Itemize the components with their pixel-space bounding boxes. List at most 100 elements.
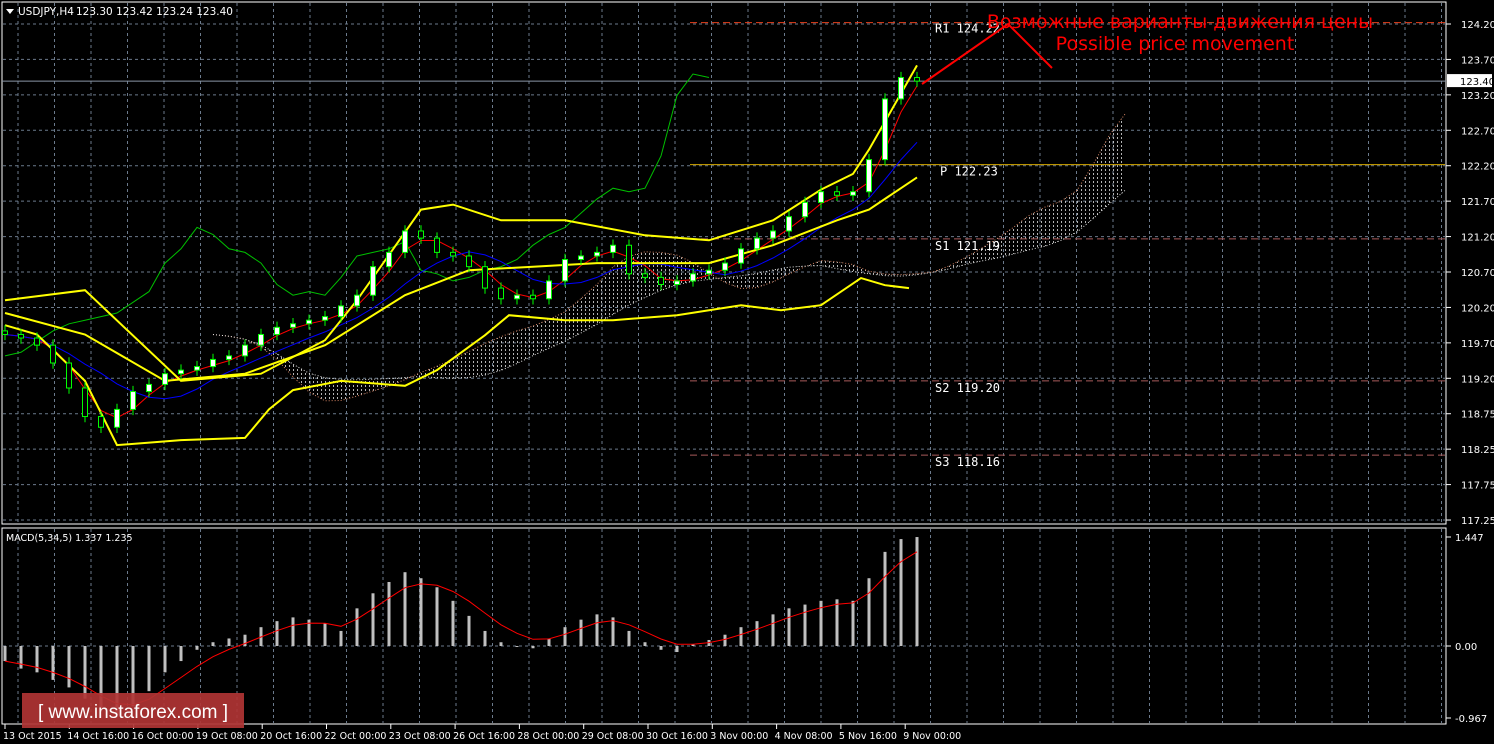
candle-body xyxy=(322,316,328,321)
macd-bar xyxy=(83,646,87,699)
macd-bar xyxy=(35,646,39,673)
candle-body xyxy=(114,408,120,428)
candle-body xyxy=(914,77,920,82)
macd-tick-label: 1.447 xyxy=(1455,533,1484,544)
macd-signal-line xyxy=(4,551,918,706)
candle-body xyxy=(386,251,392,268)
macd-bar xyxy=(739,627,743,646)
candle-body xyxy=(770,230,776,239)
macd-bar xyxy=(3,646,7,662)
candle-body xyxy=(498,287,504,300)
price-tick-label: 117.75 xyxy=(1461,481,1494,492)
watermark[interactable]: [ www.instaforex.com ] xyxy=(22,693,244,728)
macd-bar xyxy=(771,614,775,646)
candle-body xyxy=(66,362,72,389)
macd-bar xyxy=(899,539,903,646)
price-tick-label: 121.20 xyxy=(1461,233,1494,244)
price-tick-label: 117.25 xyxy=(1461,516,1494,527)
ohlc-label: 123.30 123.42 123.24 123.40 xyxy=(76,6,233,18)
macd-bar xyxy=(435,587,439,646)
macd-bar xyxy=(787,608,791,646)
macd-bar xyxy=(147,646,151,692)
price-tick-label: 122.20 xyxy=(1461,162,1494,173)
macd-bar xyxy=(355,608,359,646)
macd-bar xyxy=(755,621,759,646)
price-tick-label: 122.70 xyxy=(1461,126,1494,137)
time-tick-label: 4 Nov 08:00 xyxy=(775,731,833,742)
candle-body xyxy=(626,244,632,275)
macd-bar xyxy=(659,646,663,650)
candle-body xyxy=(274,326,280,335)
candle-body xyxy=(562,259,568,282)
annotation-ru: Возможные варианты движения цены xyxy=(987,11,1373,33)
time-tick-label: 30 Oct 16:00 xyxy=(646,731,708,742)
annotation-en: Possible price movement xyxy=(1056,33,1295,55)
time-tick-label: 5 Nov 16:00 xyxy=(839,731,897,742)
symbol-label: USDJPY,H4 xyxy=(18,6,74,18)
macd-bar xyxy=(419,578,423,646)
macd-bar xyxy=(531,646,535,649)
macd-bar xyxy=(179,646,183,662)
candle-body xyxy=(354,294,360,307)
candle-body xyxy=(642,273,648,278)
current-price-label: 123.40 xyxy=(1460,77,1494,88)
macd-bar xyxy=(595,614,599,646)
time-tick-label: 3 Nov 00:00 xyxy=(710,731,768,742)
pivot-label: S2 119.20 xyxy=(935,381,1000,395)
macd-bar xyxy=(387,581,391,646)
time-tick-label: 28 Oct 00:00 xyxy=(517,731,579,742)
time-tick-label: 9 Nov 00:00 xyxy=(903,731,961,742)
candle-body xyxy=(162,373,168,385)
time-tick-label: 22 Oct 00:00 xyxy=(325,731,387,742)
candle-body xyxy=(402,230,408,253)
macd-bar xyxy=(51,646,55,680)
macd-bar xyxy=(643,642,647,646)
time-tick-label: 29 Oct 08:00 xyxy=(582,731,644,742)
macd-bar xyxy=(275,621,279,646)
macd-bar xyxy=(211,642,215,646)
macd-bar xyxy=(403,572,407,646)
candle-body xyxy=(194,366,200,371)
candle-body xyxy=(482,266,488,289)
watermark-text[interactable]: [ www.instaforex.com ] xyxy=(38,702,228,723)
price-tick-label: 119.20 xyxy=(1461,374,1494,385)
trading-chart[interactable]: R1 124.22P 122.23S1 121.19S2 119.20S3 11… xyxy=(0,0,1494,744)
price-tick-label: 118.75 xyxy=(1461,410,1494,421)
macd-bar xyxy=(19,646,23,669)
candle-body xyxy=(898,77,904,100)
macd-bar xyxy=(675,646,679,653)
candle-body xyxy=(690,273,696,282)
candle-body xyxy=(706,269,712,275)
macd-tick-label: 0.00 xyxy=(1455,642,1477,653)
candle-body xyxy=(802,201,808,218)
macd-bar xyxy=(163,646,167,673)
candle-body xyxy=(338,305,344,318)
candle-body xyxy=(306,319,312,325)
collapse-triangle-icon[interactable] xyxy=(6,9,14,14)
candle-body xyxy=(2,330,8,335)
macd-bar xyxy=(467,615,471,646)
price-tick-label: 123.70 xyxy=(1461,55,1494,66)
macd-label: MACD(5,34,5) 1.337 1.235 xyxy=(6,533,133,544)
price-tick-label: 118.25 xyxy=(1461,445,1494,456)
macd-bar xyxy=(867,578,871,646)
macd-bar xyxy=(611,617,615,646)
candle-body xyxy=(818,191,824,203)
macd-bar xyxy=(547,638,551,646)
candle-body xyxy=(850,191,856,196)
candle-body xyxy=(226,355,232,360)
time-tick-label: 26 Oct 16:00 xyxy=(453,731,515,742)
candle-body xyxy=(18,333,24,339)
macd-bar xyxy=(835,599,839,646)
candle-body xyxy=(98,416,104,428)
cloud-area xyxy=(213,114,1125,401)
ichimoku-cloud xyxy=(213,114,1125,401)
macd-bar xyxy=(483,630,487,646)
price-tick-label: 124.20 xyxy=(1461,20,1494,31)
macd-bar xyxy=(627,630,631,646)
price-axis: 124.20 123.70 123.20 122.70 122.20 121.70 121.… xyxy=(1446,20,1494,725)
candle-body xyxy=(722,262,728,271)
macd-bar xyxy=(723,634,727,646)
time-tick-label: 20 Oct 16:00 xyxy=(260,731,322,742)
candle-body xyxy=(882,98,888,161)
